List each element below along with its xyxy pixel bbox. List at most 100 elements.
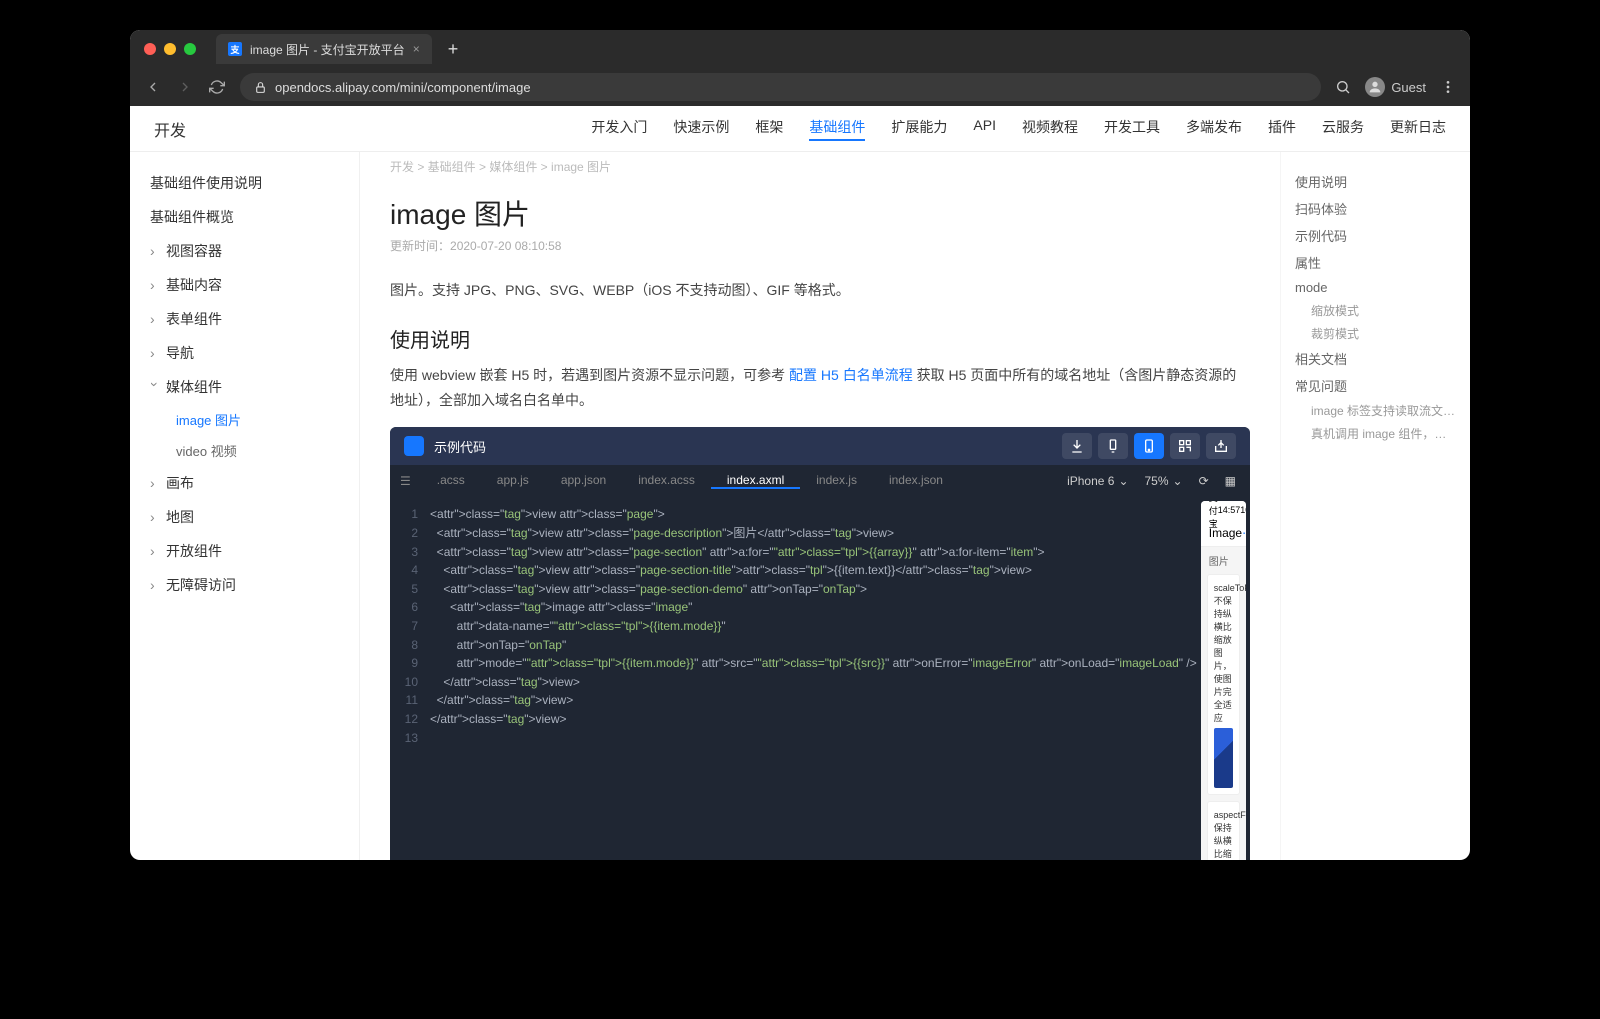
update-time: 更新时间：2020-07-20 08:10:58 [390, 237, 1250, 254]
sidebar-group[interactable]: 表单组件 [130, 302, 359, 336]
top-navigation: 开发入门 快速示例 框架 基础组件 扩展能力 API 视频教程 开发工具 多端发布 插件 云服务 更新… [591, 117, 1446, 141]
toc-subitem[interactable]: 裁剪模式 [1295, 322, 1456, 345]
sidebar-group[interactable]: 无障碍访问 [130, 568, 359, 602]
toc-item[interactable]: mode [1295, 276, 1456, 299]
toc-item[interactable]: 相关文档 [1295, 345, 1456, 372]
sidebar-group[interactable]: 基础内容 [130, 268, 359, 302]
topnav-item[interactable]: 插件 [1268, 117, 1296, 141]
share-button[interactable] [1206, 433, 1236, 459]
site-brand[interactable]: 开发 [154, 117, 186, 141]
topnav-item[interactable]: 视频教程 [1022, 117, 1078, 141]
topnav-item[interactable]: 框架 [755, 117, 783, 141]
sim-status-bar: 支付宝 14:57 100% [1201, 501, 1246, 519]
toc-item[interactable]: 示例代码 [1295, 222, 1456, 249]
file-tab[interactable]: app.json [545, 473, 622, 487]
file-tree-toggle[interactable]: ☰ [390, 474, 421, 488]
topnav-item[interactable]: 云服务 [1322, 117, 1364, 141]
refresh-sim-button[interactable]: ⟳ [1199, 474, 1209, 488]
window-maximize-icon[interactable] [184, 43, 196, 55]
back-button[interactable] [144, 78, 162, 96]
code-editor[interactable]: 1<attr">class="tag">view attr">class="pa… [390, 497, 1197, 860]
table-of-contents: 使用说明扫码体验示例代码属性mode缩放模式裁剪模式相关文档常见问题image … [1280, 152, 1470, 860]
forward-button[interactable] [176, 78, 194, 96]
ide-logo-icon [404, 436, 424, 456]
sidebar-group[interactable]: 导航 [130, 336, 359, 370]
sidebar-group[interactable]: 地图 [130, 500, 359, 534]
device-toggle-button[interactable] [1098, 433, 1128, 459]
lock-icon [254, 81, 267, 94]
file-tab[interactable]: index.axml [711, 473, 800, 489]
topnav-item[interactable]: 多端发布 [1186, 117, 1242, 141]
sidebar-item[interactable]: 基础组件概览 [130, 200, 359, 234]
sidebar-group[interactable]: 开放组件 [130, 534, 359, 568]
site-header: 开发 开发入门 快速示例 框架 基础组件 扩展能力 API 视频教程 开发工具 多端发布 插件 云服… [130, 106, 1470, 152]
window-close-icon[interactable] [144, 43, 156, 55]
topnav-item[interactable]: 扩展能力 [891, 117, 947, 141]
code-line: 1<attr">class="tag">view attr">class="pa… [390, 505, 1197, 524]
toc-subitem[interactable]: 缩放模式 [1295, 299, 1456, 322]
code-line: 9 attr">mode=""attr">class="tpl">{{item.… [390, 654, 1197, 673]
zoom-selector[interactable]: 75% ⌄ [1145, 474, 1183, 488]
sidebar-group[interactable]: 媒体组件 [130, 370, 359, 404]
reload-button[interactable] [208, 78, 226, 96]
toc-item[interactable]: 常见问题 [1295, 372, 1456, 399]
code-line: 4 <attr">class="tag">view attr">class="p… [390, 561, 1197, 580]
file-tab[interactable]: index.acss [622, 473, 711, 487]
topnav-item[interactable]: API [973, 117, 996, 141]
sim-demo-card[interactable]: scaleToFill：不保持纵横比缩放图片，使图片完全适应 [1207, 574, 1240, 795]
toc-subitem[interactable]: image 标签支持读取流文… [1295, 399, 1456, 422]
toc-subitem[interactable]: 真机调用 image 组件，… [1295, 422, 1456, 445]
topnav-item[interactable]: 更新日志 [1390, 117, 1446, 141]
page-content: 开发 开发入门 快速示例 框架 基础组件 扩展能力 API 视频教程 开发工具 多端发布 插件 云服… [130, 106, 1470, 860]
menu-icon[interactable] [1440, 79, 1456, 95]
qr-button[interactable] [1170, 433, 1200, 459]
section-usage-heading: 使用说明 [390, 324, 1250, 353]
toc-item[interactable]: 使用说明 [1295, 168, 1456, 195]
topnav-item[interactable]: 快速示例 [673, 117, 729, 141]
code-line: 11 </attr">class="tag">view> [390, 691, 1197, 710]
grid-view-button[interactable]: ▦ [1225, 474, 1236, 488]
download-button[interactable] [1062, 433, 1092, 459]
window-minimize-icon[interactable] [164, 43, 176, 55]
sim-section-label: 图片 [1201, 547, 1246, 574]
search-icon[interactable] [1335, 79, 1351, 95]
device-selector[interactable]: iPhone 6 ⌄ [1067, 474, 1128, 488]
toc-item[interactable]: 扫码体验 [1295, 195, 1456, 222]
topnav-item[interactable]: 开发入门 [591, 117, 647, 141]
phone-preview-button[interactable] [1134, 433, 1164, 459]
sidebar-item[interactable]: 基础组件使用说明 [130, 166, 359, 200]
new-tab-button[interactable]: + [448, 39, 459, 60]
main-content: 开发 > 基础组件 > 媒体组件 > image 图片 image 图片 更新时… [360, 152, 1280, 860]
ide-title: 示例代码 [434, 437, 486, 456]
tab-title: image 图片 - 支付宝开放平台 [250, 41, 405, 58]
sidebar-group[interactable]: 画布 [130, 466, 359, 500]
sim-demo-card[interactable]: aspectFit：保持纵横比缩放图片，使图片的长边能完全显示出来 [1207, 801, 1240, 860]
whitelist-link[interactable]: 配置 H5 白名单流程 [789, 367, 913, 383]
code-line: 8 attr">onTap="onTap" [390, 636, 1197, 655]
sidebar-child-item[interactable]: image 图片 [130, 404, 359, 435]
more-icon[interactable]: ⋯ [1242, 526, 1246, 540]
page-title: image 图片 [390, 193, 1250, 233]
toc-item[interactable]: 属性 [1295, 249, 1456, 276]
sim-header: Image ⋯ ⊙ [1201, 519, 1246, 547]
breadcrumb: 开发 > 基础组件 > 媒体组件 > image 图片 [390, 152, 1250, 181]
close-icon[interactable]: × [413, 42, 420, 56]
profile-button[interactable]: Guest [1365, 77, 1426, 97]
file-tab[interactable]: app.js [481, 473, 545, 487]
code-line: 12</attr">class="tag">view> [390, 710, 1197, 729]
browser-window: 支 image 图片 - 支付宝开放平台 × + opendocs.alipay… [130, 30, 1470, 860]
sidebar-child-item[interactable]: video 视频 [130, 435, 359, 466]
code-line: 6 <attr">class="tag">image attr">class="… [390, 598, 1197, 617]
sim-card-title: scaleToFill：不保持纵横比缩放图片，使图片完全适应 [1214, 581, 1233, 724]
browser-tab[interactable]: 支 image 图片 - 支付宝开放平台 × [216, 34, 432, 64]
file-tab[interactable]: .acss [421, 473, 481, 487]
topnav-item[interactable]: 基础组件 [809, 117, 865, 141]
code-line: 10 </attr">class="tag">view> [390, 673, 1197, 692]
file-tab[interactable]: index.js [800, 473, 873, 487]
avatar-icon [1365, 77, 1385, 97]
topnav-item[interactable]: 开发工具 [1104, 117, 1160, 141]
url-field[interactable]: opendocs.alipay.com/mini/component/image [240, 73, 1321, 101]
window-titlebar: 支 image 图片 - 支付宝开放平台 × + [130, 30, 1470, 68]
sidebar-group[interactable]: 视图容器 [130, 234, 359, 268]
file-tab[interactable]: index.json [873, 473, 959, 487]
